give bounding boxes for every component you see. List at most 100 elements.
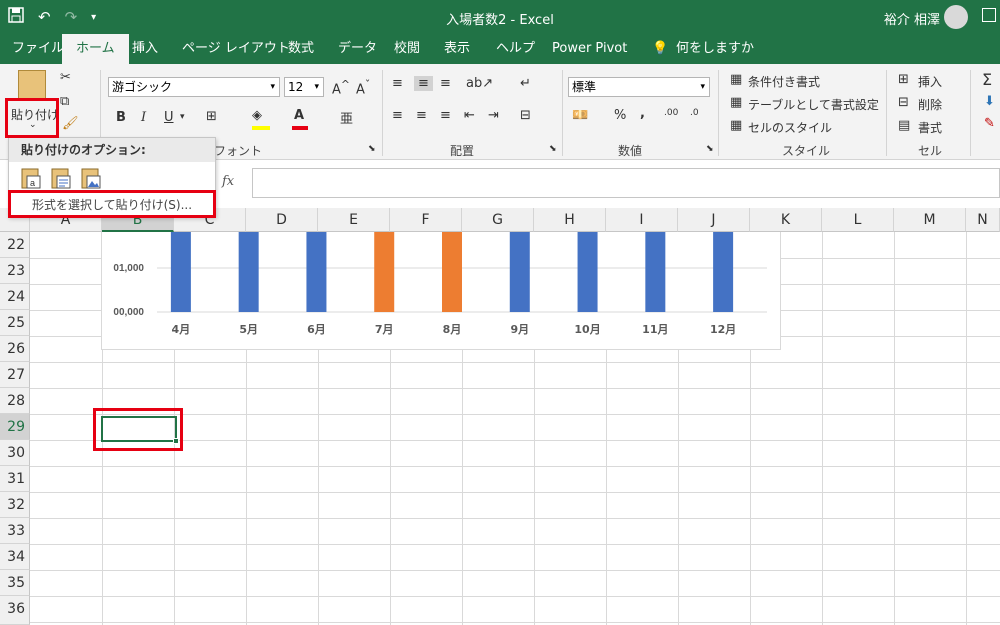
underline-button[interactable]: U <box>164 110 174 125</box>
row-header[interactable]: 26 <box>0 336 30 362</box>
dialog-launcher-icon[interactable]: ⬊ <box>368 144 376 154</box>
tab-power-pivot[interactable]: Power Pivot <box>552 34 627 64</box>
row-header[interactable]: 27 <box>0 362 30 388</box>
format-painter-icon[interactable]: 🖌 <box>62 116 79 131</box>
tab-formulas[interactable]: 数式 <box>288 34 314 64</box>
italic-button[interactable]: I <box>141 110 146 125</box>
font-name-select[interactable]: 游ゴシック ▾ <box>108 77 280 97</box>
percent-button[interactable]: % <box>614 108 626 123</box>
tab-insert[interactable]: 挿入 <box>132 34 158 64</box>
tab-file[interactable]: ファイル <box>12 34 64 64</box>
row-header[interactable]: 29 <box>0 414 30 440</box>
row-header[interactable]: 36 <box>0 596 30 625</box>
tab-page-layout[interactable]: ページ レイアウト <box>182 34 290 64</box>
align-top-icon[interactable]: ≡ <box>392 76 403 91</box>
paste-picture-icon[interactable] <box>79 166 103 190</box>
number-format-select[interactable]: 標準 ▾ <box>568 77 710 97</box>
column-header[interactable]: K <box>750 208 822 232</box>
borders-icon[interactable]: ⊞ <box>206 109 217 124</box>
row-header[interactable]: 31 <box>0 466 30 492</box>
insert-cells-button[interactable]: 挿入 <box>918 73 942 90</box>
restore-icon[interactable] <box>982 8 996 22</box>
cut-icon[interactable]: ✂ <box>60 70 71 85</box>
conditional-format-button[interactable]: 条件付き書式 <box>748 73 820 90</box>
column-header[interactable]: H <box>534 208 606 232</box>
row-header[interactable]: 24 <box>0 284 30 310</box>
increase-font-icon[interactable]: A^ <box>332 78 350 97</box>
decrease-font-icon[interactable]: Aˇ <box>356 78 370 97</box>
delete-cells-button[interactable]: 削除 <box>918 96 942 113</box>
column-header[interactable]: L <box>822 208 894 232</box>
fill-color-icon[interactable]: ◈ <box>252 108 262 123</box>
lightbulb-icon[interactable]: 💡 <box>652 34 668 64</box>
paste-values-icon[interactable] <box>49 166 73 190</box>
chart-bar[interactable] <box>442 232 462 312</box>
bold-button[interactable]: B <box>116 110 126 125</box>
comma-button[interactable]: , <box>640 106 645 121</box>
paste-icon[interactable] <box>18 70 46 100</box>
column-header[interactable]: M <box>894 208 966 232</box>
orientation-icon[interactable]: ab↗ <box>466 76 493 91</box>
cell-styles-button[interactable]: セルのスタイル <box>748 119 832 136</box>
decrease-decimal-icon[interactable]: .0 <box>690 108 699 118</box>
chart-bar[interactable] <box>306 232 327 312</box>
decrease-indent-icon[interactable]: ⇤ <box>464 108 475 123</box>
increase-decimal-icon[interactable]: .00 <box>664 108 678 118</box>
insert-function-button[interactable]: fx <box>222 174 234 189</box>
chart-bar[interactable] <box>509 232 530 312</box>
tell-me-search[interactable]: 何をしますか <box>676 34 754 64</box>
delete-cells-icon[interactable]: ⊟ <box>898 95 909 110</box>
tab-data[interactable]: データ <box>338 34 377 64</box>
tab-home[interactable]: ホーム <box>62 34 129 64</box>
autosum-icon[interactable]: Σ <box>982 70 992 89</box>
chart-bar[interactable] <box>645 232 666 312</box>
wrap-text-icon[interactable]: ↵ <box>520 76 531 91</box>
tab-view[interactable]: 表示 <box>444 34 470 64</box>
column-header[interactable]: I <box>606 208 678 232</box>
fill-icon[interactable]: ⬇ <box>984 94 995 109</box>
format-as-table-button[interactable]: テーブルとして書式設定 <box>748 96 879 113</box>
column-header[interactable]: E <box>318 208 390 232</box>
align-center-icon[interactable]: ≡ <box>416 108 427 123</box>
column-header[interactable]: J <box>678 208 750 232</box>
column-header[interactable]: G <box>462 208 534 232</box>
font-size-select[interactable]: 12 ▾ <box>284 77 324 97</box>
insert-cells-icon[interactable]: ⊞ <box>898 72 909 87</box>
chart-bar[interactable] <box>374 232 395 312</box>
column-header[interactable]: D <box>246 208 318 232</box>
merge-center-icon[interactable]: ⊟ <box>520 108 531 123</box>
format-cells-icon[interactable]: ▤ <box>898 118 910 133</box>
row-header[interactable]: 35 <box>0 570 30 596</box>
column-header[interactable]: F <box>390 208 462 232</box>
chart-bar[interactable] <box>238 232 259 312</box>
tab-help[interactable]: ヘルプ <box>496 34 535 64</box>
format-cells-button[interactable]: 書式 <box>918 119 942 136</box>
row-header[interactable]: 33 <box>0 518 30 544</box>
align-bottom-icon[interactable]: ≡ <box>440 76 451 91</box>
row-header[interactable]: 22 <box>0 232 30 258</box>
avatar[interactable] <box>944 5 968 29</box>
row-header[interactable]: 23 <box>0 258 30 284</box>
chart-object[interactable]: 01,000 00,000 4月 5月 6月 7月 8月 9月 10月 11月 12月 <box>101 232 781 350</box>
formula-input[interactable] <box>252 168 1000 198</box>
format-as-table-icon[interactable]: ▦ <box>730 95 742 110</box>
row-header[interactable]: 32 <box>0 492 30 518</box>
conditional-format-icon[interactable]: ▦ <box>730 72 742 87</box>
chart-bar[interactable] <box>170 232 191 312</box>
copy-icon[interactable]: ⧉ <box>60 94 69 109</box>
dialog-launcher-icon[interactable]: ⬊ <box>706 144 714 154</box>
align-left-icon[interactable]: ≡ <box>392 108 403 123</box>
dialog-launcher-icon[interactable]: ⬊ <box>549 144 557 154</box>
currency-icon[interactable]: 💴 <box>572 108 588 123</box>
align-right-icon[interactable]: ≡ <box>440 108 451 123</box>
row-header[interactable]: 25 <box>0 310 30 336</box>
cell-styles-icon[interactable]: ▦ <box>730 118 742 133</box>
clear-icon[interactable]: ✎ <box>984 116 995 131</box>
column-header[interactable]: N <box>966 208 1000 232</box>
font-color-icon[interactable]: A <box>294 108 304 123</box>
increase-indent-icon[interactable]: ⇥ <box>488 108 499 123</box>
row-header[interactable]: 34 <box>0 544 30 570</box>
phonetic-icon[interactable]: 亜 <box>340 108 353 127</box>
paste-option-icon[interactable]: a <box>19 166 43 190</box>
chart-bar[interactable] <box>713 232 734 312</box>
